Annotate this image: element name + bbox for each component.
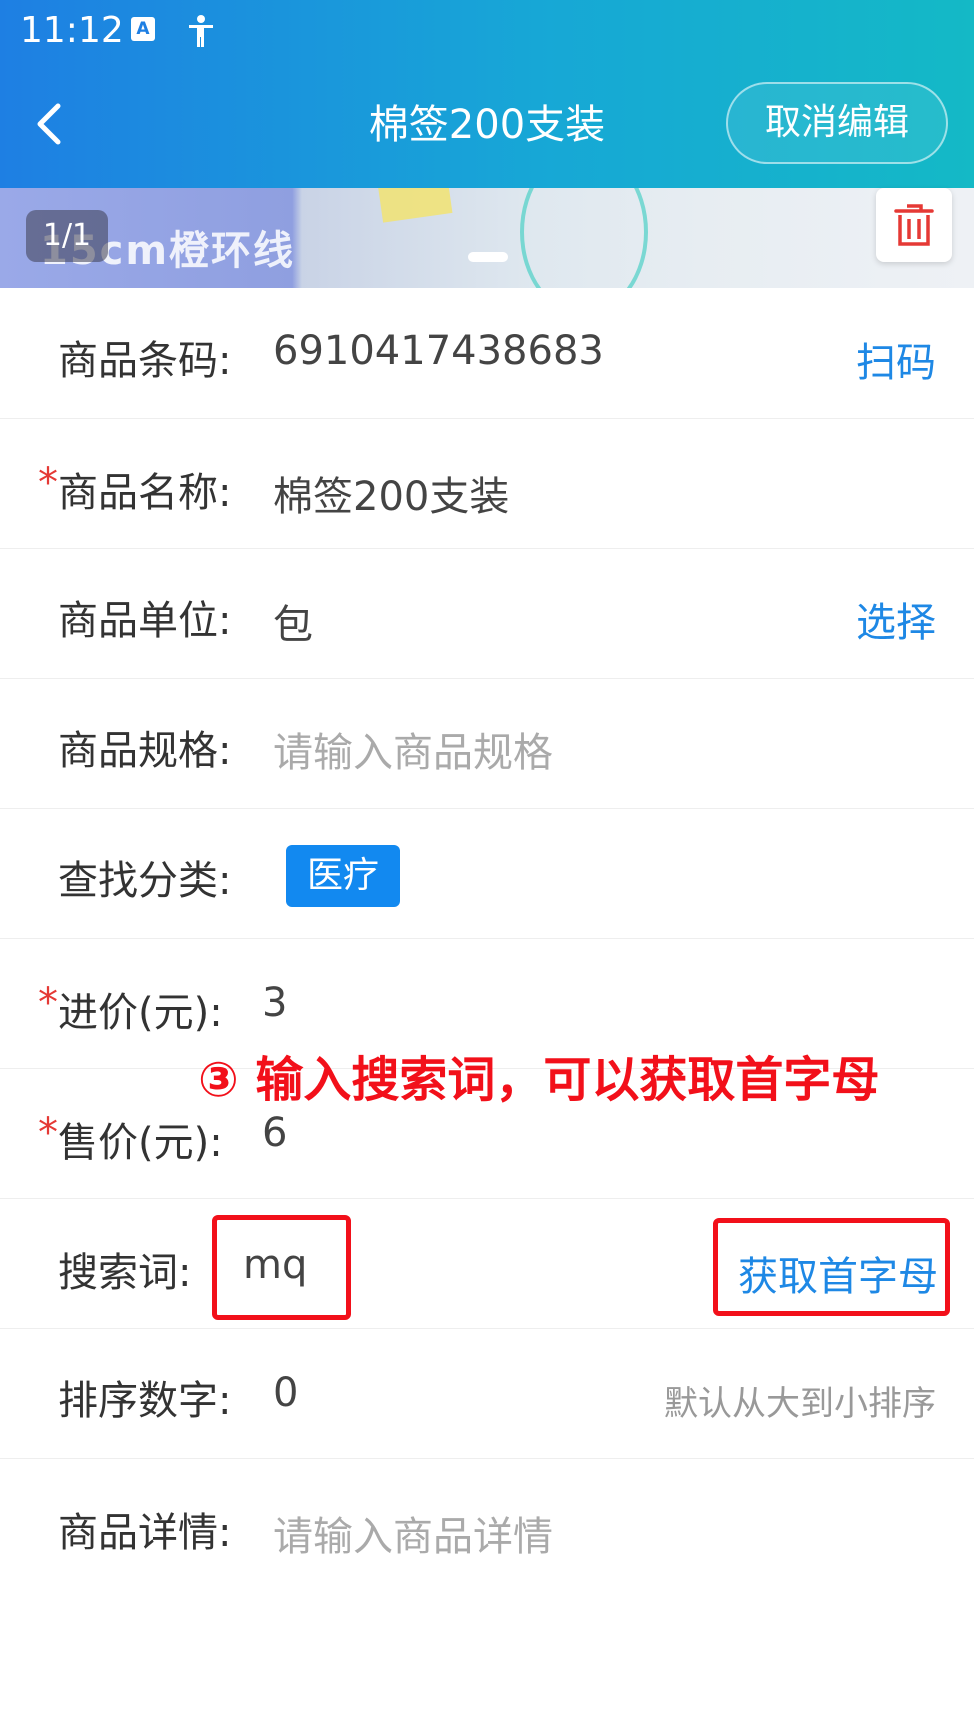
font-a-icon: A xyxy=(131,17,155,41)
name-input[interactable]: 棉签200支装 xyxy=(273,464,509,522)
name-row: * 商品名称: 棉签200支装 xyxy=(0,420,974,549)
scan-button[interactable]: 扫码 xyxy=(856,330,936,388)
delete-image-button[interactable] xyxy=(876,188,952,262)
product-image-carousel[interactable]: 15cm橙环线 xyxy=(0,188,974,288)
status-time: 11:12 xyxy=(20,10,124,51)
sort-input[interactable]: 0 xyxy=(273,1370,298,1416)
tutorial-annotation: ③ 输入搜索词，可以获取首字母 xyxy=(198,1052,880,1108)
sale-price-label: 售价(元): xyxy=(58,1120,223,1166)
cost-price-label: 进价(元): xyxy=(58,990,223,1036)
select-unit-button[interactable]: 选择 xyxy=(856,590,936,648)
highlight-box-get-initials xyxy=(713,1218,950,1316)
required-mark: * xyxy=(38,1110,58,1156)
name-label: 商品名称: xyxy=(58,470,232,516)
category-row: 查找分类: xyxy=(0,810,974,939)
carousel-indicator xyxy=(468,252,508,262)
unit-row: 商品单位: 包 选择 xyxy=(0,550,974,679)
accessibility-icon xyxy=(186,14,216,48)
sale-price-input[interactable]: 6 xyxy=(262,1110,287,1156)
unit-value: 包 xyxy=(273,602,313,648)
sort-row: 排序数字: 0 默认从大到小排序 xyxy=(0,1330,974,1459)
search-word-label: 搜索词: xyxy=(58,1250,192,1296)
barcode-row: 商品条码: 6910417438683 扫码 xyxy=(0,290,974,419)
spec-label: 商品规格: xyxy=(58,728,232,774)
banner-graphic xyxy=(377,188,453,223)
trash-icon xyxy=(894,204,934,246)
required-mark: * xyxy=(38,460,58,506)
required-mark: * xyxy=(38,980,58,1026)
spec-row: 商品规格: 请输入商品规格 xyxy=(0,680,974,809)
sort-label: 排序数字: xyxy=(58,1378,232,1424)
detail-label: 商品详情: xyxy=(58,1510,232,1556)
image-counter: 1/1 xyxy=(26,210,108,262)
spec-input[interactable]: 请输入商品规格 xyxy=(273,720,553,778)
highlight-box-search-word xyxy=(212,1215,351,1320)
unit-label: 商品单位: xyxy=(58,598,232,644)
barcode-input[interactable]: 6910417438683 xyxy=(273,328,604,374)
app-header: 11:12 A 棉签200支装 取消编辑 xyxy=(0,0,974,188)
banner-graphic xyxy=(520,188,648,288)
sort-hint: 默认从大到小排序 xyxy=(664,1384,936,1424)
detail-row: 商品详情: 请输入商品详情 xyxy=(0,1460,974,1589)
category-label: 查找分类: xyxy=(58,858,232,904)
cancel-edit-button[interactable]: 取消编辑 xyxy=(726,82,948,164)
category-tag[interactable]: 医疗 xyxy=(286,845,400,907)
detail-input[interactable]: 请输入商品详情 xyxy=(273,1504,553,1562)
barcode-label: 商品条码: xyxy=(58,338,232,384)
cost-price-input[interactable]: 3 xyxy=(262,980,287,1026)
